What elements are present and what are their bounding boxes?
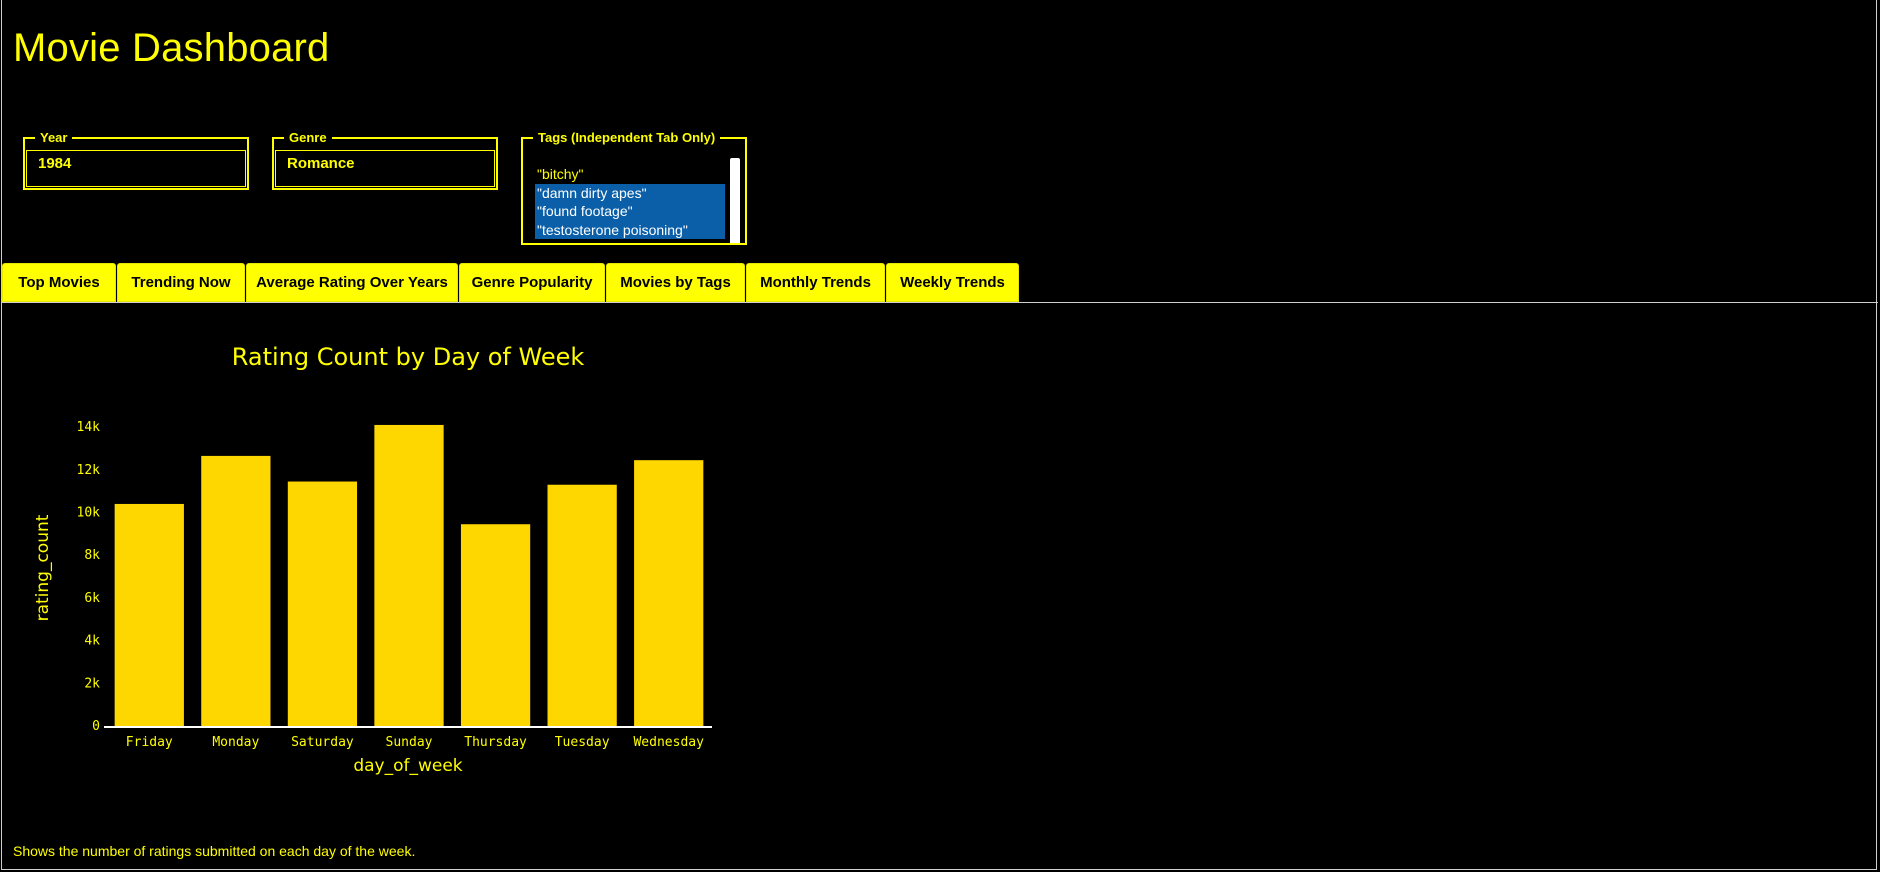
genre-value: Romance [287, 155, 355, 172]
year-dropdown[interactable]: Year 1984 [23, 130, 249, 190]
x-tick-label: Sunday [386, 735, 433, 750]
y-tick-label: 8k [84, 548, 100, 563]
tab-bar: Top Movies Trending Now Average Rating O… [2, 263, 1878, 303]
weekly-chart-container: Rating Count by Day of Week Friday Monday S… [0, 320, 820, 780]
genre-dropdown[interactable]: Genre Romance [272, 130, 498, 190]
tab-genre-popularity[interactable]: Genre Popularity [459, 263, 605, 302]
tag-option[interactable]: "damn dirty apes" [535, 183, 725, 202]
year-value: 1984 [38, 155, 72, 172]
y-tick-label: 2k [84, 676, 100, 691]
tab-average-rating-over-years[interactable]: Average Rating Over Years [246, 263, 458, 302]
x-tick-label: Thursday [464, 735, 527, 750]
tags-multiselect[interactable]: Tags (Independent Tab Only) "bitchy" "dam… [521, 132, 747, 245]
y-tick-label: 0 [92, 719, 100, 734]
tags-label: Tags (Independent Tab Only) [538, 132, 716, 145]
chart-description: Shows the number of ratings submitted on… [13, 843, 416, 859]
y-axis-title: rating_count [33, 514, 53, 621]
x-axis-title: day_of_week [353, 756, 462, 776]
tab-top-movies[interactable]: Top Movies [2, 263, 116, 302]
tags-options-list[interactable]: "bitchy" "damn dirty apes" "found footage"… [535, 165, 725, 243]
bar-friday [114, 503, 184, 726]
bar-saturday [287, 481, 358, 726]
x-tick-label: Monday [212, 735, 259, 750]
tag-option[interactable]: "testosterone poisoning" [535, 220, 725, 239]
tag-option[interactable]: "found footage" [535, 202, 725, 221]
tab-monthly-trends[interactable]: Monthly Trends [746, 263, 885, 302]
x-tick-label: Friday [126, 735, 173, 750]
bar-thursday [460, 524, 531, 726]
genre-label: Genre [289, 130, 327, 145]
x-tick-label: Tuesday [555, 735, 610, 750]
tab-movies-by-tags[interactable]: Movies by Tags [606, 263, 745, 302]
year-label: Year [40, 130, 68, 145]
bar-tuesday [547, 484, 617, 726]
tag-option[interactable]: "underaged sex"=child porn [535, 239, 725, 243]
y-tick-label: 12k [77, 463, 101, 478]
chart-title: Rating Count by Day of Week [232, 343, 585, 371]
y-tick-label: 6k [84, 591, 100, 606]
tags-scrollbar[interactable] [730, 158, 740, 243]
bar-wednesday [634, 460, 704, 726]
x-tick-label: Saturday [291, 735, 354, 750]
page-title: Movie Dashboard [13, 26, 330, 70]
y-tick-label: 10k [77, 505, 101, 520]
y-tick-label: 14k [77, 420, 101, 435]
tab-weekly-trends[interactable]: Weekly Trends [886, 263, 1019, 302]
bar-sunday [374, 424, 444, 726]
bar-monday [201, 455, 271, 726]
x-tick-label: Wednesday [633, 735, 704, 750]
tag-option[interactable]: "bitchy" [535, 165, 725, 184]
tab-trending-now[interactable]: Trending Now [117, 263, 245, 302]
rating-count-bar-chart: Rating Count by Day of Week Friday Monday S… [33, 343, 712, 776]
y-tick-label: 4k [84, 634, 100, 649]
